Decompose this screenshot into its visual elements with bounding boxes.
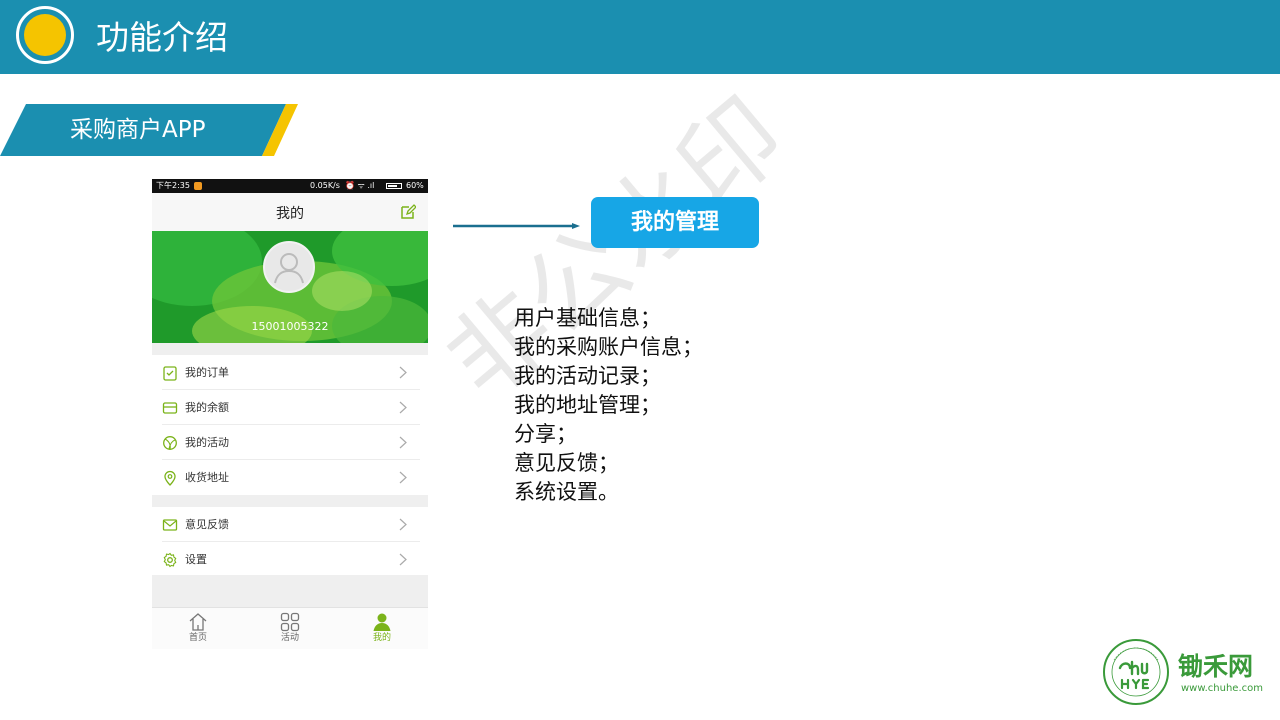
phone-screenshot: 下午2:35 0.05K/s ⏰ ᯤ .ıl 60% 我的 1500100532…: [152, 179, 428, 649]
battery-icon: [386, 183, 402, 189]
bottom-tab-bar: 首页 活动 我的: [152, 607, 428, 649]
section-tag: 采购商户APP: [0, 104, 300, 156]
grid-icon: [280, 612, 300, 632]
menu-item-label: 我的订单: [185, 366, 229, 379]
chevron-right-icon: [399, 436, 407, 449]
tab-activities[interactable]: 活动: [260, 612, 320, 644]
app-bar-title: 我的: [276, 206, 304, 222]
menu-item-label: 我的活动: [185, 436, 229, 449]
notification-icon: [194, 182, 202, 190]
app-bar: 我的: [152, 193, 428, 231]
chevron-right-icon: [399, 366, 407, 379]
location-pin-icon: [164, 470, 176, 486]
clipboard-icon: [163, 366, 177, 381]
menu-item-settings[interactable]: 设置: [152, 542, 428, 577]
person-icon: [373, 613, 391, 631]
logo-brand: 锄禾网: [1178, 652, 1254, 681]
phone-number: 15001005322: [251, 320, 329, 333]
divider: [152, 495, 428, 507]
profile-banner: 15001005322: [152, 231, 428, 343]
chuhe-logo-mark: [1103, 639, 1169, 705]
feature-item: 分享；: [514, 422, 577, 446]
menu-item-address[interactable]: 收货地址: [152, 460, 428, 495]
page-title: 功能介绍: [96, 18, 228, 57]
ball-icon: [163, 436, 177, 450]
tab-label: 首页: [188, 633, 207, 643]
tab-home[interactable]: 首页: [168, 612, 228, 644]
arrow-right-icon: [453, 223, 580, 229]
menu-item-label: 收货地址: [185, 471, 229, 484]
chuhe-logo: 锄禾网 www.chuhe.com: [1102, 638, 1270, 708]
menu-item-label: 意见反馈: [185, 518, 229, 531]
header-banner: 功能介绍: [0, 0, 1280, 74]
tab-label: 我的: [372, 633, 391, 643]
home-icon: [189, 613, 207, 631]
wifi-signal-icon: ⏰ ᯤ .ıl: [345, 181, 375, 190]
chevron-right-icon: [399, 518, 407, 531]
feature-item: 我的采购账户信息；: [514, 335, 703, 359]
status-speed: 0.05K/s: [310, 181, 340, 190]
gear-icon: [163, 552, 177, 568]
menu-item-feedback[interactable]: 意见反馈: [152, 507, 428, 542]
menu-item-label: 设置: [185, 553, 207, 566]
divider: [152, 575, 428, 607]
edit-icon[interactable]: [400, 204, 416, 220]
person-placeholder-icon: [274, 253, 304, 284]
menu-list: 我的订单 我的余额 我的活动 收货地址 意见反馈 设置: [152, 343, 428, 577]
tab-label: 活动: [280, 633, 299, 643]
mail-icon: [162, 519, 178, 531]
feature-item: 我的地址管理；: [514, 393, 661, 417]
chevron-right-icon: [399, 471, 407, 484]
sun-icon: [24, 14, 66, 56]
menu-item-label: 我的余额: [185, 401, 229, 414]
feature-item: 我的活动记录；: [514, 364, 661, 388]
callout-badge: 我的管理: [591, 197, 759, 248]
feature-item: 用户基础信息；: [514, 306, 661, 330]
menu-item-activities[interactable]: 我的活动: [152, 425, 428, 460]
menu-item-balance[interactable]: 我的余额: [152, 390, 428, 425]
menu-item-orders[interactable]: 我的订单: [152, 355, 428, 390]
section-tag-label: 采购商户APP: [70, 117, 206, 143]
feature-item: 意见反馈；: [514, 451, 619, 475]
divider: [152, 343, 428, 355]
feature-item: 系统设置。: [514, 480, 619, 504]
chevron-right-icon: [399, 553, 407, 566]
wallet-icon: [162, 402, 178, 414]
callout-label: 我的管理: [630, 210, 719, 235]
status-time: 下午2:35: [156, 181, 190, 190]
chevron-right-icon: [399, 401, 407, 414]
avatar[interactable]: [263, 241, 315, 293]
status-bar: 下午2:35 0.05K/s ⏰ ᯤ .ıl 60%: [152, 179, 428, 193]
status-battery: 60%: [406, 181, 424, 190]
tab-mine[interactable]: 我的: [352, 612, 412, 644]
logo-url: www.chuhe.com: [1181, 683, 1263, 694]
feature-list: 用户基础信息； 我的采购账户信息； 我的活动记录； 我的地址管理； 分享； 意见…: [514, 304, 814, 507]
